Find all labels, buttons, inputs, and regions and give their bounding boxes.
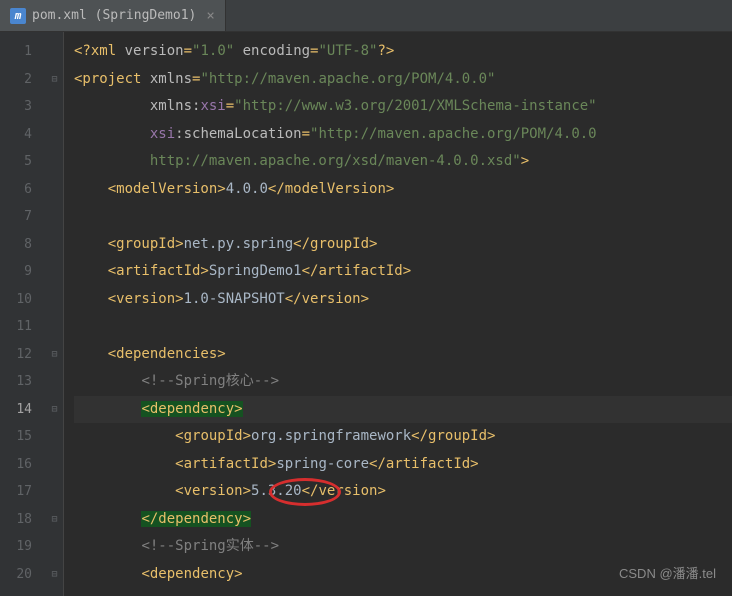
code-line: xmlns:xsi="http://www.w3.org/2001/XMLSch… <box>74 93 732 121</box>
line-number: 10 <box>0 286 46 314</box>
close-icon[interactable]: × <box>202 8 214 24</box>
code-line: </dependency> <box>74 506 732 534</box>
code-area[interactable]: <?xml version="1.0" encoding="UTF-8"?> <… <box>64 32 732 596</box>
tab-bar: m pom.xml (SpringDemo1) × <box>0 0 732 32</box>
line-number: 11 <box>0 313 46 341</box>
code-line: <artifactId>SpringDemo1</artifactId> <box>74 258 732 286</box>
line-number: 8 <box>0 231 46 259</box>
fold-column: ⊟ ⊟ ⊟ ⊟ ⊟ 💡 <box>46 32 64 596</box>
line-number: 20 <box>0 561 46 589</box>
line-number: 6 <box>0 176 46 204</box>
code-line: <artifactId>spring-core</artifactId> <box>74 451 732 479</box>
maven-icon: m <box>10 8 26 24</box>
line-number: 18 <box>0 506 46 534</box>
code-line: http://maven.apache.org/xsd/maven-4.0.0.… <box>74 148 732 176</box>
code-line <box>74 203 732 231</box>
code-line: <groupId>net.py.spring</groupId> <box>74 231 732 259</box>
tab-title: pom.xml (SpringDemo1) <box>32 8 196 23</box>
fold-icon[interactable]: ⊟ <box>46 396 63 424</box>
fold-icon[interactable]: ⊟ <box>46 506 63 534</box>
code-line <box>74 313 732 341</box>
line-number: 7 <box>0 203 46 231</box>
line-number: 12 <box>0 341 46 369</box>
fold-icon[interactable]: ⊟ <box>46 66 63 94</box>
line-number: 2 <box>0 66 46 94</box>
line-number: 19 <box>0 533 46 561</box>
line-number: 5 <box>0 148 46 176</box>
line-number: 1 <box>0 38 46 66</box>
watermark: CSDN @潘潘.tel <box>619 563 716 582</box>
line-number: 17 <box>0 478 46 506</box>
code-line: <dependencies> <box>74 341 732 369</box>
line-number: 16 <box>0 451 46 479</box>
line-number: 13 <box>0 368 46 396</box>
line-number: 14 <box>0 396 46 424</box>
code-line: <groupId>org.springframework</groupId> <box>74 423 732 451</box>
line-number: 9 <box>0 258 46 286</box>
code-line: <!--Spring核心--> <box>74 368 732 396</box>
line-number-gutter: 1 2 3 4 5 6 7 8 9 10 11 12 13 14 15 16 1… <box>0 32 46 596</box>
code-line: <version>5.3.20</version> <box>74 478 732 506</box>
code-line: <?xml version="1.0" encoding="UTF-8"?> <box>74 38 732 66</box>
editor: 1 2 3 4 5 6 7 8 9 10 11 12 13 14 15 16 1… <box>0 32 732 596</box>
code-line: <modelVersion>4.0.0</modelVersion> <box>74 176 732 204</box>
code-line: xsi:schemaLocation="http://maven.apache.… <box>74 121 732 149</box>
code-line: <!--Spring实体--> <box>74 533 732 561</box>
line-number: 3 <box>0 93 46 121</box>
fold-icon[interactable]: ⊟ <box>46 341 63 369</box>
fold-icon[interactable]: ⊟ <box>46 561 63 589</box>
fold-icon[interactable] <box>46 38 63 66</box>
code-line: <project xmlns="http://maven.apache.org/… <box>74 66 732 94</box>
code-line: <version>1.0-SNAPSHOT</version> <box>74 286 732 314</box>
file-tab[interactable]: m pom.xml (SpringDemo1) × <box>0 0 226 31</box>
line-number: 15 <box>0 423 46 451</box>
code-line: <dependency> <box>74 396 732 424</box>
line-number: 4 <box>0 121 46 149</box>
